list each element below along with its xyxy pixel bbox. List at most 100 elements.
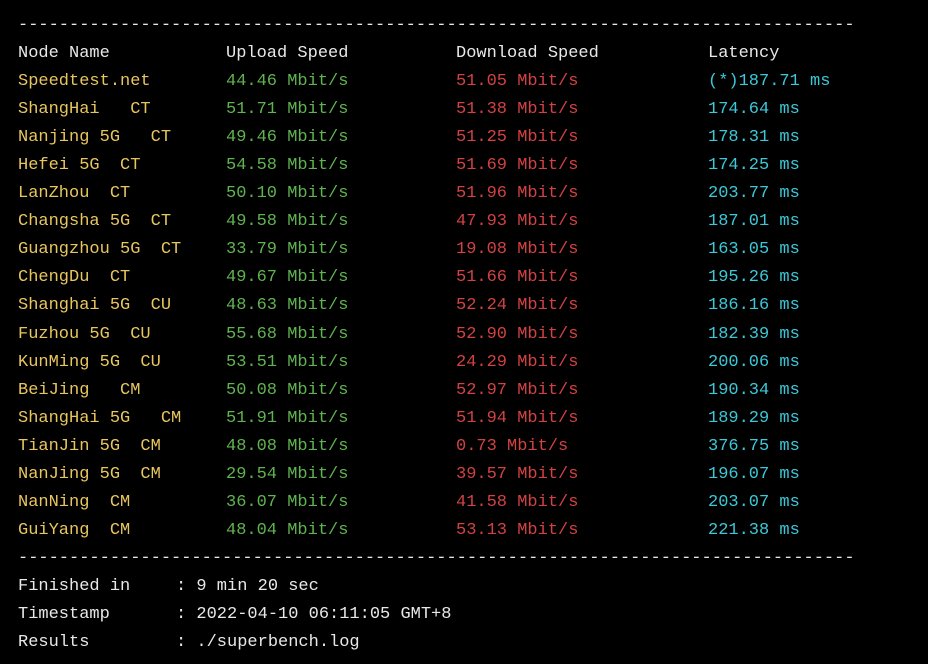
- divider-bottom: ----------------------------------------…: [18, 545, 910, 573]
- download-speed: 51.94 Mbit/s: [456, 405, 708, 433]
- latency: 163.05 ms: [708, 236, 800, 264]
- node-name: KunMing 5G CU: [18, 349, 226, 377]
- node-name: Shanghai 5G CU: [18, 292, 226, 320]
- table-row: NanNing CM36.07 Mbit/s41.58 Mbit/s203.07…: [18, 489, 910, 517]
- footer-results: Results: ./superbench.log: [18, 629, 910, 657]
- node-name: Hefei 5G CT: [18, 152, 226, 180]
- download-speed: 19.08 Mbit/s: [456, 236, 708, 264]
- node-name: Nanjing 5G CT: [18, 124, 226, 152]
- latency: 189.29 ms: [708, 405, 800, 433]
- upload-speed: 53.51 Mbit/s: [226, 349, 456, 377]
- footer-finished-value: 9 min 20 sec: [196, 577, 318, 596]
- latency: 178.31 ms: [708, 124, 800, 152]
- latency: (*)187.71 ms: [708, 68, 830, 96]
- upload-speed: 33.79 Mbit/s: [226, 236, 456, 264]
- footer-timestamp-label: Timestamp: [18, 601, 176, 629]
- node-name: NanNing CM: [18, 489, 226, 517]
- footer-timestamp: Timestamp: 2022-04-10 06:11:05 GMT+8: [18, 601, 910, 629]
- download-speed: 51.66 Mbit/s: [456, 264, 708, 292]
- upload-speed: 48.08 Mbit/s: [226, 433, 456, 461]
- footer-finished: Finished in: 9 min 20 sec: [18, 573, 910, 601]
- footer-finished-label: Finished in: [18, 573, 176, 601]
- latency: 187.01 ms: [708, 208, 800, 236]
- upload-speed: 48.04 Mbit/s: [226, 517, 456, 545]
- header-node-name: Node Name: [18, 40, 226, 68]
- footer-separator: :: [176, 577, 196, 596]
- latency: 200.06 ms: [708, 349, 800, 377]
- table-row: KunMing 5G CU53.51 Mbit/s24.29 Mbit/s200…: [18, 349, 910, 377]
- node-name: GuiYang CM: [18, 517, 226, 545]
- latency: 174.25 ms: [708, 152, 800, 180]
- table-row: Speedtest.net44.46 Mbit/s51.05 Mbit/s(*)…: [18, 68, 910, 96]
- table-row: Nanjing 5G CT49.46 Mbit/s51.25 Mbit/s178…: [18, 124, 910, 152]
- node-name: BeiJing CM: [18, 377, 226, 405]
- node-name: LanZhou CT: [18, 180, 226, 208]
- download-speed: 24.29 Mbit/s: [456, 349, 708, 377]
- terminal-output: ----------------------------------------…: [18, 12, 910, 657]
- upload-speed: 48.63 Mbit/s: [226, 292, 456, 320]
- latency: 182.39 ms: [708, 321, 800, 349]
- download-speed: 51.38 Mbit/s: [456, 96, 708, 124]
- table-row: NanJing 5G CM29.54 Mbit/s39.57 Mbit/s196…: [18, 461, 910, 489]
- download-speed: 51.69 Mbit/s: [456, 152, 708, 180]
- table-row: Fuzhou 5G CU55.68 Mbit/s52.90 Mbit/s182.…: [18, 321, 910, 349]
- latency: 174.64 ms: [708, 96, 800, 124]
- latency: 196.07 ms: [708, 461, 800, 489]
- upload-speed: 29.54 Mbit/s: [226, 461, 456, 489]
- footer-separator: :: [176, 605, 196, 624]
- download-speed: 0.73 Mbit/s: [456, 433, 708, 461]
- table-row: BeiJing CM50.08 Mbit/s52.97 Mbit/s190.34…: [18, 377, 910, 405]
- header-latency: Latency: [708, 40, 779, 68]
- upload-speed: 50.10 Mbit/s: [226, 180, 456, 208]
- table-row: Changsha 5G CT49.58 Mbit/s47.93 Mbit/s18…: [18, 208, 910, 236]
- table-row: Guangzhou 5G CT33.79 Mbit/s19.08 Mbit/s1…: [18, 236, 910, 264]
- footer-results-label: Results: [18, 629, 176, 657]
- table-header-row: Node Name Upload Speed Download Speed La…: [18, 40, 910, 68]
- node-name: Guangzhou 5G CT: [18, 236, 226, 264]
- upload-speed: 49.46 Mbit/s: [226, 124, 456, 152]
- node-name: ShangHai CT: [18, 96, 226, 124]
- upload-speed: 49.58 Mbit/s: [226, 208, 456, 236]
- download-speed: 51.05 Mbit/s: [456, 68, 708, 96]
- latency: 190.34 ms: [708, 377, 800, 405]
- footer-timestamp-value: 2022-04-10 06:11:05 GMT+8: [196, 605, 451, 624]
- header-upload-speed: Upload Speed: [226, 40, 456, 68]
- latency: 221.38 ms: [708, 517, 800, 545]
- table-row: ShangHai CT51.71 Mbit/s51.38 Mbit/s174.6…: [18, 96, 910, 124]
- download-speed: 52.97 Mbit/s: [456, 377, 708, 405]
- upload-speed: 51.71 Mbit/s: [226, 96, 456, 124]
- divider-top: ----------------------------------------…: [18, 12, 910, 40]
- download-speed: 53.13 Mbit/s: [456, 517, 708, 545]
- node-name: NanJing 5G CM: [18, 461, 226, 489]
- upload-speed: 36.07 Mbit/s: [226, 489, 456, 517]
- footer-results-value: ./superbench.log: [196, 633, 359, 652]
- latency: 376.75 ms: [708, 433, 800, 461]
- node-name: Fuzhou 5G CU: [18, 321, 226, 349]
- latency: 203.77 ms: [708, 180, 800, 208]
- upload-speed: 50.08 Mbit/s: [226, 377, 456, 405]
- table-row: ChengDu CT49.67 Mbit/s51.66 Mbit/s195.26…: [18, 264, 910, 292]
- download-speed: 39.57 Mbit/s: [456, 461, 708, 489]
- footer-separator: :: [176, 633, 196, 652]
- latency: 186.16 ms: [708, 292, 800, 320]
- download-speed: 47.93 Mbit/s: [456, 208, 708, 236]
- upload-speed: 55.68 Mbit/s: [226, 321, 456, 349]
- table-row: GuiYang CM48.04 Mbit/s53.13 Mbit/s221.38…: [18, 517, 910, 545]
- table-row: Shanghai 5G CU48.63 Mbit/s52.24 Mbit/s18…: [18, 292, 910, 320]
- table-row: TianJin 5G CM48.08 Mbit/s0.73 Mbit/s376.…: [18, 433, 910, 461]
- node-name: TianJin 5G CM: [18, 433, 226, 461]
- download-speed: 41.58 Mbit/s: [456, 489, 708, 517]
- upload-speed: 44.46 Mbit/s: [226, 68, 456, 96]
- upload-speed: 49.67 Mbit/s: [226, 264, 456, 292]
- node-name: Speedtest.net: [18, 68, 226, 96]
- node-name: ChengDu CT: [18, 264, 226, 292]
- table-row: ShangHai 5G CM51.91 Mbit/s51.94 Mbit/s18…: [18, 405, 910, 433]
- download-speed: 52.24 Mbit/s: [456, 292, 708, 320]
- latency: 203.07 ms: [708, 489, 800, 517]
- download-speed: 51.96 Mbit/s: [456, 180, 708, 208]
- upload-speed: 51.91 Mbit/s: [226, 405, 456, 433]
- upload-speed: 54.58 Mbit/s: [226, 152, 456, 180]
- download-speed: 52.90 Mbit/s: [456, 321, 708, 349]
- node-name: ShangHai 5G CM: [18, 405, 226, 433]
- table-body: Speedtest.net44.46 Mbit/s51.05 Mbit/s(*)…: [18, 68, 910, 545]
